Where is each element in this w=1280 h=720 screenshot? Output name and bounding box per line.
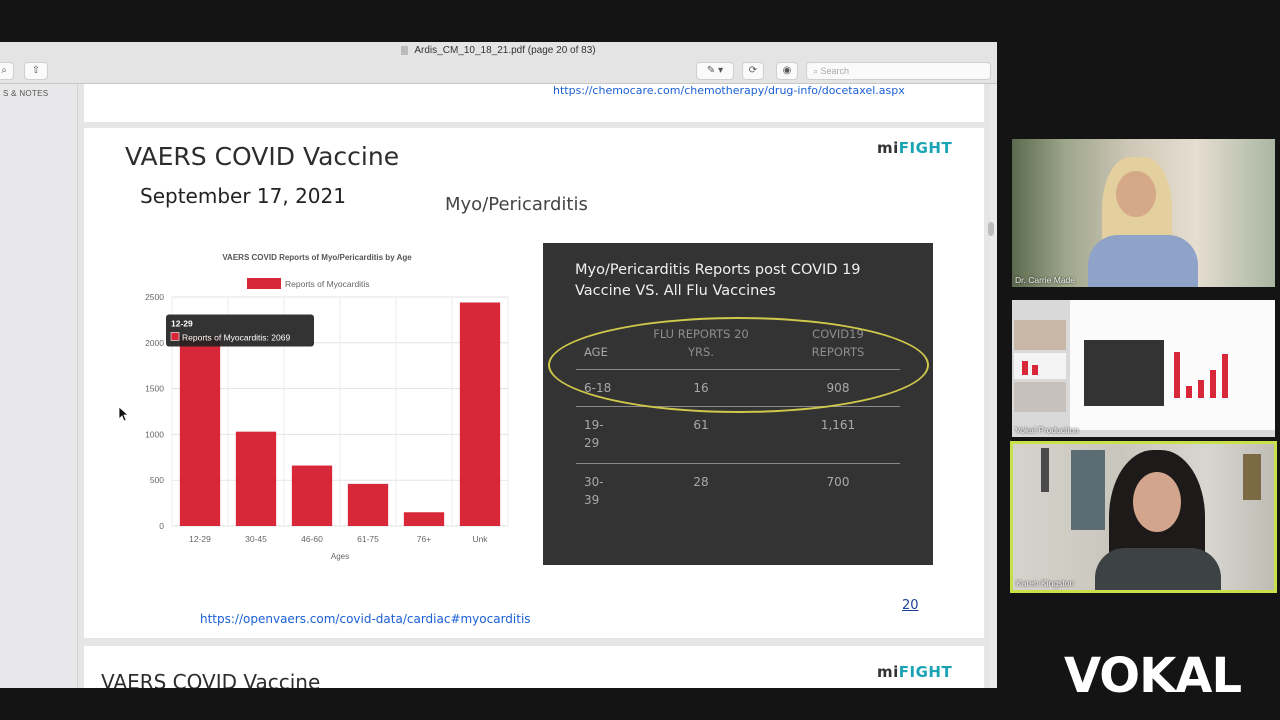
x-tick-label: 46-60 [301,534,323,544]
bar-46-60 [291,465,333,526]
next-page: VAERS COVID Vaccine miFIGHT [84,646,984,688]
wall-cross [1041,448,1049,492]
y-tick-label: 2500 [145,292,164,302]
previous-page-link[interactable]: https://chemocare.com/chemotherapy/drug-… [553,84,905,97]
search-icon: ⌕ [813,66,821,76]
x-axis-label: Ages [331,552,349,561]
comparison-panel-title: Myo/Pericarditis Reports post COVID 19 V… [575,262,861,299]
participant-name: Dr. Carrie Made [1015,275,1075,285]
slide-title: VAERS COVID Vaccine [125,142,400,171]
preview-bar [1210,370,1216,398]
legend-label: Reports of Myocarditis [285,279,370,289]
markup-button[interactable]: ✎ ▾ [696,62,734,80]
participant-face [1133,472,1181,532]
zoom-button[interactable]: ⌕ [0,62,14,80]
legend-swatch [247,278,281,289]
vokal-logo: VOKAL [1064,646,1264,706]
participant-video-carrie[interactable]: Dr. Carrie Made [1012,139,1275,287]
share-button[interactable]: ⇧ [24,62,48,80]
next-page-mifight-logo: miFIGHT [877,663,953,681]
page-number: 20 [902,598,919,613]
window-title: Ardis_CM_10_18_21.pdf (page 20 of 83) [414,45,596,56]
bar-61-75 [347,483,389,526]
thumbnail-chart [1014,353,1066,379]
slide-date: September 17, 2021 [140,184,346,208]
x-tick-label: 30-45 [245,534,267,544]
preview-bar [1222,354,1228,398]
row-divider [576,463,900,464]
preview-bar [1198,380,1204,398]
rotate-icon: ⟳ [748,65,758,76]
annotate-icon: ◉ [782,65,792,76]
chart-title: VAERS COVID Reports of Myo/Pericarditis … [222,253,412,262]
participant-shirt [1095,548,1221,590]
mifight-logo: miFIGHT [877,139,953,157]
window-titlebar: Ardis_CM_10_18_21.pdf (page 20 of 83) [0,42,997,60]
x-tick-label: Unk [472,534,488,544]
preview-bar [1186,386,1192,398]
thumbnail-speaker [1014,382,1066,412]
participant-video-vokal[interactable]: Vokal Production [1012,300,1275,437]
y-tick-label: 1000 [145,429,164,439]
bar-12-29 [179,336,221,526]
row-2-flu: 61 [693,418,709,432]
pen-icon: ✎ [706,65,716,76]
preview-bar [1174,352,1180,398]
participant-name: Karen Kingston [1016,578,1075,588]
slide-subtitle: Myo/Pericarditis [445,194,588,215]
magnifier-icon: ⌕ [1,65,7,76]
source-link[interactable]: https://openvaers.com/covid-data/cardiac… [200,612,531,626]
tooltip-category: 12-29 [171,318,193,328]
row-3-flu: 28 [693,475,709,489]
vokal-logo-text: VOKAL [1064,648,1241,704]
x-tick-label: 12-29 [189,534,211,544]
participant-name: Vokal Production [1015,425,1079,435]
row-2-age: 19-29 [584,418,604,450]
y-tick-label: 1500 [145,384,164,394]
participant-video-karen[interactable]: Karen Kingston [1010,441,1277,593]
participant-face [1116,171,1156,217]
y-tick-label: 2000 [145,338,164,348]
sidebar: S & NOTES [0,84,78,688]
comparison-panel: Myo/Pericarditis Reports post COVID 19 V… [543,243,933,565]
next-page-title: VAERS COVID Vaccine [101,670,321,688]
stream-stage: Ardis_CM_10_18_21.pdf (page 20 of 83) ⌕ … [0,0,1280,720]
highlight-ellipse [548,317,929,413]
screen-share-preview [1070,300,1275,430]
bar-Unk [459,302,501,526]
tooltip-swatch [170,332,180,341]
preview-dark-panel [1084,340,1164,406]
sidebar-label: S & NOTES [3,89,49,98]
row-3-age: 30-39 [584,475,604,507]
participant-shirt [1088,235,1198,287]
cursor-icon [118,406,128,422]
x-tick-label: 76+ [417,534,431,544]
chevron-down-icon: ▾ [718,65,724,76]
x-tick-label: 61-75 [357,534,379,544]
bar-76+ [403,512,445,526]
search-input[interactable]: ⌕ Search [806,62,991,80]
rotate-button[interactable]: ⟳ [742,62,764,80]
bar-chart: VAERS COVID Reports of Myo/Pericarditis … [145,253,509,561]
tooltip-text: Reports of Myocarditis: 2069 [182,332,290,342]
y-tick-label: 500 [150,475,164,485]
search-placeholder: Search [820,66,850,76]
wall-picture [1071,450,1105,530]
share-icon: ⇧ [31,65,41,76]
document-icon [401,45,409,55]
bar-30-45 [235,431,277,526]
row-3-covid: 700 [826,475,850,489]
toolbar: ⌕ ⇧ ✎ ▾ ⟳ ◉ ⌕ Search [0,60,997,84]
row-2-covid: 1,161 [820,418,856,432]
annotate-button[interactable]: ◉ [776,62,798,80]
y-tick-label: 0 [159,521,164,531]
wall-cross [1243,454,1261,500]
thumbnail-participant [1014,320,1066,350]
previous-page: https://chemocare.com/chemotherapy/drug-… [84,84,984,122]
scrollbar[interactable] [988,222,994,236]
